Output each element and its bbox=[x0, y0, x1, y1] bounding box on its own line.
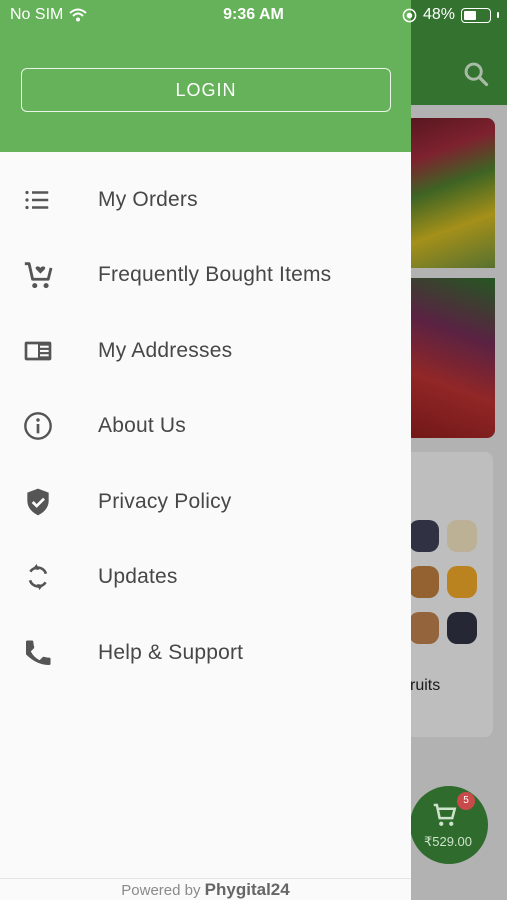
menu-item-my-orders[interactable]: My Orders bbox=[0, 162, 411, 238]
menu-item-label: My Orders bbox=[98, 187, 198, 211]
menu-item-label: Frequently Bought Items bbox=[98, 263, 332, 287]
cart-total: ₹529.00 bbox=[423, 834, 473, 849]
menu-item-privacy-policy[interactable]: Privacy Policy bbox=[0, 464, 411, 540]
battery-percent: 48% bbox=[422, 6, 455, 23]
address-card-icon bbox=[0, 331, 98, 371]
sync-icon bbox=[0, 557, 98, 597]
cart-count-badge: 5 bbox=[457, 792, 475, 810]
drawer-menu: My Orders Frequently Bought Items My Add… bbox=[0, 162, 411, 691]
menu-item-label: Updates bbox=[98, 565, 178, 589]
navigation-drawer: LOGIN My Orders Frequently Bought Items … bbox=[0, 0, 411, 900]
menu-item-label: Privacy Policy bbox=[98, 489, 232, 513]
menu-item-updates[interactable]: Updates bbox=[0, 540, 411, 616]
list-icon bbox=[0, 180, 98, 220]
shield-check-icon bbox=[0, 482, 98, 522]
menu-item-help-support[interactable]: Help & Support bbox=[0, 615, 411, 691]
powered-by-text: Powered by bbox=[121, 882, 201, 899]
menu-item-label: About Us bbox=[98, 414, 186, 438]
orientation-lock-icon bbox=[402, 8, 417, 22]
login-button[interactable]: LOGIN bbox=[21, 68, 391, 112]
status-bar: No SIM 9:36 AM 48% bbox=[0, 0, 507, 30]
menu-item-label: My Addresses bbox=[98, 338, 233, 362]
menu-item-about-us[interactable]: About Us bbox=[0, 389, 411, 465]
menu-item-my-addresses[interactable]: My Addresses bbox=[0, 313, 411, 389]
cart-heart-icon bbox=[0, 255, 98, 295]
battery-icon bbox=[461, 7, 491, 23]
menu-item-label: Help & Support bbox=[98, 640, 244, 664]
cart-icon bbox=[433, 803, 457, 826]
drawer-footer: Powered by Phygital24 bbox=[0, 878, 411, 900]
info-icon bbox=[0, 406, 98, 446]
brand-name: Phygital24 bbox=[204, 880, 290, 899]
phone-icon bbox=[0, 633, 98, 673]
menu-item-frequently-bought[interactable]: Frequently Bought Items bbox=[0, 238, 411, 314]
